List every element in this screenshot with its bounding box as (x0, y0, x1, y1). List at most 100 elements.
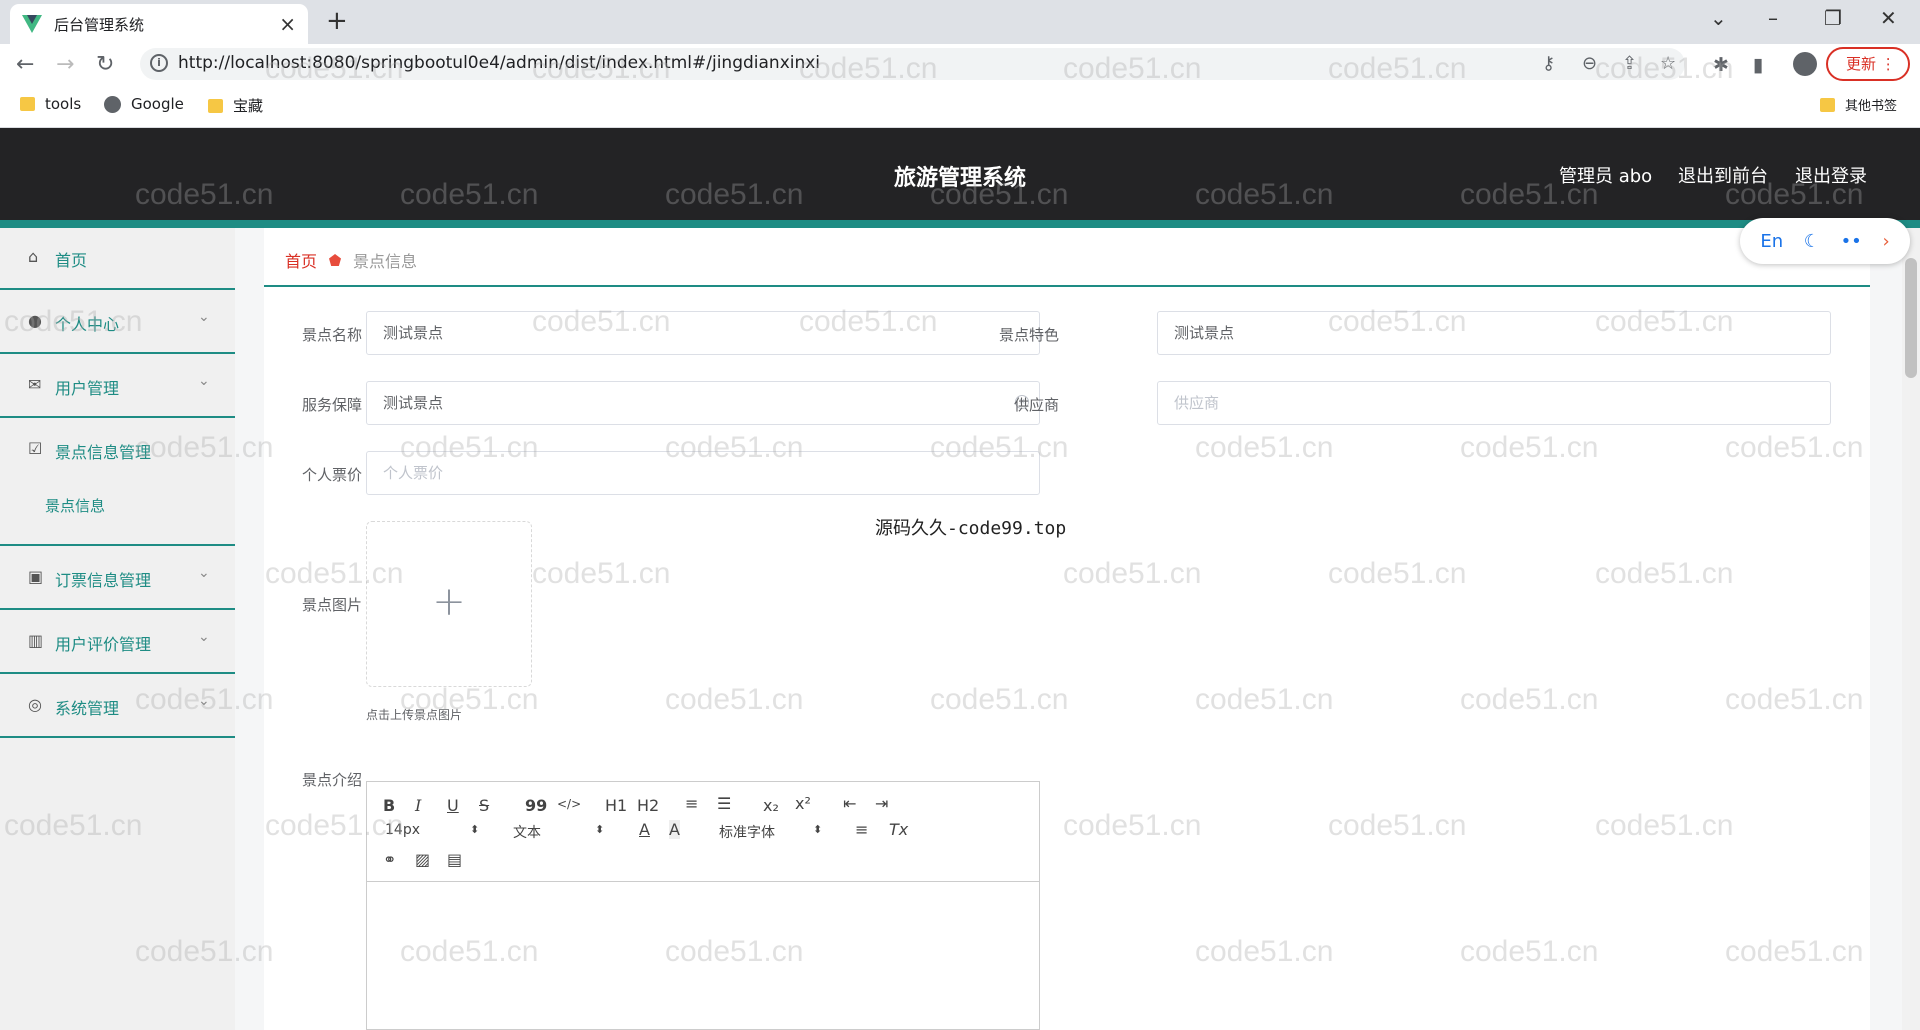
page-scrollbar[interactable] (1902, 228, 1920, 1030)
logout-link[interactable]: 退出登录 (1795, 162, 1867, 188)
sidebar-item-scenic-management[interactable]: ☑ 景点信息管理 景点信息 (0, 420, 235, 546)
blockquote-button[interactable]: 99 (525, 796, 547, 815)
sidebar-item-review-management[interactable]: ▥ 用户评价管理 ⌄ (0, 612, 235, 674)
indent-button[interactable]: ⇥ (875, 794, 888, 813)
clean-format-button[interactable]: Tx (889, 820, 908, 839)
mail-icon: ✉ (28, 375, 42, 394)
code-block-button[interactable]: </> (557, 797, 581, 811)
browser-tab[interactable]: 后台管理系统 × (10, 4, 308, 44)
sidebar-item-ticket-management[interactable]: ▣ 订票信息管理 ⌄ (0, 548, 235, 610)
scenic-feature-label: 景点特色 (998, 326, 1059, 344)
service-guarantee-value: 测试景点 (383, 394, 444, 412)
breadcrumb: 首页 景点信息 (285, 248, 417, 272)
sidebar-item-label: 首页 (55, 251, 88, 270)
dots-icon[interactable]: •• (1841, 231, 1862, 252)
chevron-down-icon: ⌄ (198, 693, 210, 709)
bar-chart-icon: ▥ (28, 631, 44, 650)
ticket-price-input[interactable]: 个人票价 (366, 451, 1040, 495)
user-icon: ● (28, 311, 42, 330)
service-guarantee-label: 服务保障 (301, 396, 362, 414)
strike-button[interactable]: S (479, 796, 489, 815)
header-accent-bar (0, 220, 1920, 228)
folder-icon (208, 98, 223, 113)
bookmark-google[interactable]: Google (104, 95, 184, 113)
bold-button[interactable]: B (383, 796, 395, 815)
italic-button[interactable]: I (415, 796, 421, 815)
chevron-down-icon: ⌄ (198, 309, 210, 325)
service-guarantee-input[interactable]: 测试景点 × (366, 381, 1040, 425)
share-icon[interactable]: ⇪ (1622, 53, 1637, 74)
back-icon[interactable]: ← (16, 52, 34, 77)
supplier-input[interactable]: 供应商 (1157, 381, 1831, 425)
minimize-icon[interactable]: – (1768, 6, 1778, 30)
sidebar-subitem-scenic-info[interactable]: 景点信息 (45, 495, 105, 516)
new-tab-button[interactable]: + (326, 6, 348, 36)
ordered-list-button[interactable]: ≡ (685, 794, 698, 813)
moon-icon[interactable]: ☾ (1804, 231, 1820, 252)
rich-text-editor[interactable]: B I U S 99 </> H1 H2 ≡ ☰ x₂ x² ⇤ ⇥ 14px … (366, 781, 1040, 1030)
scrollbar-thumb[interactable] (1905, 258, 1917, 378)
scenic-feature-input[interactable]: 测试景点 (1157, 311, 1831, 355)
bookmark-treasure[interactable]: 宝藏 (208, 95, 263, 116)
close-tab-icon[interactable]: × (279, 12, 296, 36)
language-widget[interactable]: En ☾ •• › (1740, 218, 1910, 264)
background-color-button[interactable]: A (669, 820, 680, 839)
profile-avatar[interactable] (1793, 52, 1817, 76)
header-select[interactable]: 文本 (513, 822, 541, 842)
other-bookmarks[interactable]: 其他书签 (1820, 95, 1897, 114)
forward-icon[interactable]: → (56, 52, 74, 77)
language-toggle[interactable]: En (1760, 231, 1783, 252)
tab-title: 后台管理系统 (54, 15, 145, 34)
header-2-button[interactable]: H2 (637, 796, 659, 815)
extensions-icon[interactable]: ✱ (1713, 54, 1729, 76)
scenic-name-input[interactable]: 测试景点 (366, 311, 1040, 355)
video-icon[interactable]: ▤ (447, 850, 462, 869)
sidebar-item-label: 景点信息管理 (55, 443, 152, 462)
font-color-button[interactable]: A (639, 820, 650, 839)
address-bar[interactable]: i http://localhost:8080/springbootul0e4/… (140, 48, 1685, 80)
link-icon[interactable]: ⚭ (383, 850, 396, 869)
bookmark-tools[interactable]: tools (20, 95, 81, 113)
settings-icon: ◎ (28, 695, 42, 714)
window-close-icon[interactable]: ✕ (1880, 6, 1897, 30)
bookmark-label: Google (131, 95, 184, 113)
image-icon[interactable]: ▨ (415, 850, 430, 869)
side-panel-icon[interactable]: ▮ (1753, 54, 1763, 76)
update-button[interactable]: 更新 ⋮ (1826, 47, 1910, 81)
sidebar-item-label: 订票信息管理 (55, 571, 152, 590)
chevron-down-icon: ⌄ (198, 629, 210, 645)
exit-to-front-link[interactable]: 退出到前台 (1678, 162, 1768, 188)
sidebar-item-users[interactable]: ✉ 用户管理 ⌄ (0, 356, 235, 418)
url-text: http://localhost:8080/springbootul0e4/ad… (178, 53, 821, 73)
check-square-icon: ☑ (28, 439, 43, 458)
sidebar-item-label: 用户评价管理 (55, 635, 152, 654)
tab-search-chevron-icon[interactable]: ⌄ (1710, 6, 1727, 30)
bookmark-star-icon[interactable]: ☆ (1660, 53, 1676, 74)
chevron-right-icon[interactable]: › (1882, 231, 1889, 252)
breadcrumb-home[interactable]: 首页 (285, 248, 317, 272)
sidebar-item-home[interactable]: ⌂ 首页 (0, 228, 235, 290)
underline-button[interactable]: U (447, 796, 459, 815)
font-size-select[interactable]: 14px (385, 822, 420, 838)
chevron-updown-icon: ⬍ (595, 823, 605, 836)
image-upload-box[interactable]: + (366, 521, 532, 687)
update-label: 更新 (1846, 55, 1877, 73)
chevron-down-icon: ⌄ (198, 565, 210, 581)
site-info-icon[interactable]: i (150, 54, 168, 72)
sidebar-item-profile[interactable]: ● 个人中心 ⌄ (0, 292, 235, 354)
subscript-button[interactable]: x₂ (763, 796, 779, 815)
bullet-list-button[interactable]: ☰ (717, 794, 731, 813)
align-button[interactable]: ≡ (855, 820, 868, 839)
reload-icon[interactable]: ↻ (96, 52, 114, 77)
zoom-icon[interactable]: ⊖ (1582, 53, 1597, 74)
font-family-select[interactable]: 标准字体 (719, 822, 775, 842)
key-icon[interactable]: ⚷ (1542, 53, 1555, 74)
bookmark-label: 宝藏 (233, 97, 264, 115)
breadcrumb-separator-icon (329, 254, 342, 266)
restore-icon[interactable]: ❐ (1824, 6, 1842, 30)
sidebar-item-system[interactable]: ◎ 系统管理 ⌄ (0, 676, 235, 738)
outdent-button[interactable]: ⇤ (843, 794, 856, 813)
superscript-button[interactable]: x² (795, 794, 811, 813)
header-1-button[interactable]: H1 (605, 796, 627, 815)
browser-tab-strip: 后台管理系统 × + ⌄ – ❐ ✕ (0, 0, 1920, 44)
